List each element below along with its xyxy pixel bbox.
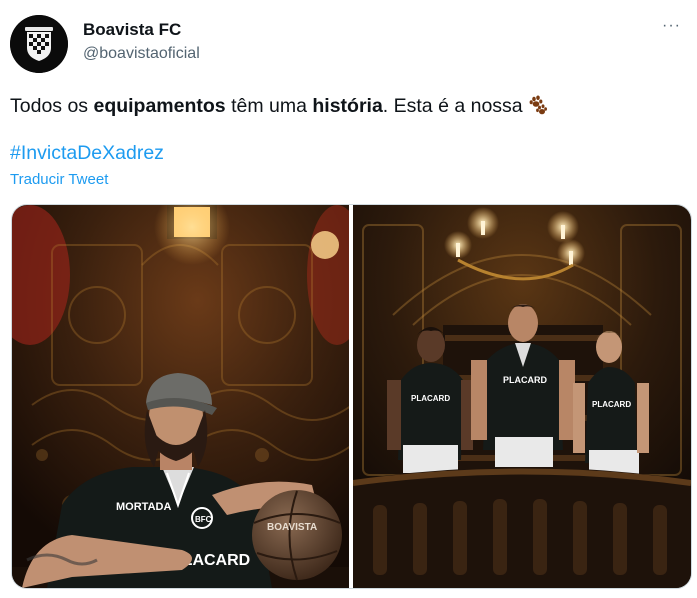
hashtag-link[interactable]: #InvictaDeXadrez [10,142,164,165]
shirt-sponsor-text: PLACARD [411,394,450,403]
ball-text: BOAVISTA [267,522,317,533]
paw-prints-icon [527,94,549,116]
avatar[interactable] [10,15,68,73]
boavista-crest-icon [10,15,68,73]
svg-text:MORTADA: MORTADA [116,501,171,513]
tweet-text-part: Todos os [10,95,94,117]
tweet-text: Todos os equipamentos têm uma história. … [10,94,549,118]
tweet-text-part: têm uma [225,95,313,117]
tweet-text-bold: história [312,95,383,117]
svg-text:PLACARD: PLACARD [592,400,631,409]
tweet-text-part: . Esta é a nossa [382,95,523,117]
translate-tweet-link[interactable]: Traducir Tweet [10,171,108,188]
photo-three-players[interactable]: PLACARD PLACARD PLACARD [353,205,691,588]
more-options-icon[interactable]: ··· [662,17,681,35]
photo-player-with-ball[interactable]: MORTADA BFC PLACARD BOAVISTA [12,205,349,588]
svg-text:BFC: BFC [195,515,212,524]
tweet-media: MORTADA BFC PLACARD BOAVISTA PLACARD PLA… [11,204,692,589]
account-handle[interactable]: @boavistaoficial [83,45,200,63]
account-name[interactable]: Boavista FC [83,20,181,40]
tweet-text-bold: equipamentos [93,95,226,117]
svg-text:PLACARD: PLACARD [503,375,547,385]
